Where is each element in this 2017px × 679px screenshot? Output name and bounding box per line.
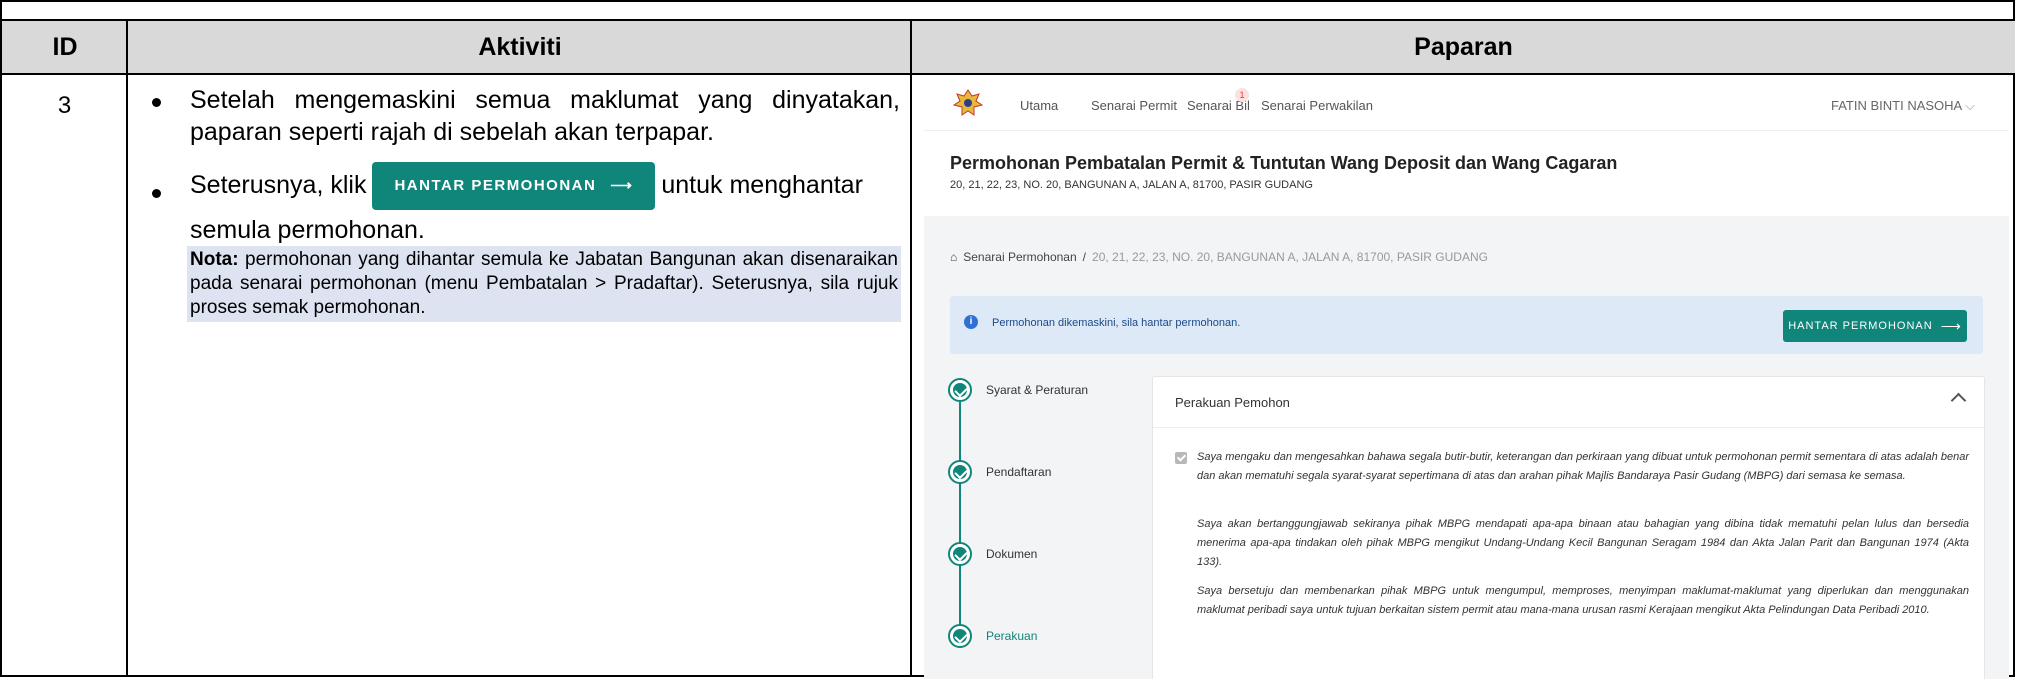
check-circle-icon bbox=[948, 542, 972, 566]
alert-text: Permohonan dikemaskini, sila hantar perm… bbox=[992, 317, 1241, 329]
page-subtitle: 20, 21, 22, 23, NO. 20, BANGUNAN A, JALA… bbox=[950, 179, 1313, 191]
notification-badge: 1 bbox=[1235, 88, 1249, 102]
send-button-label: HANTAR PERMOHONAN bbox=[1788, 320, 1933, 332]
header-paparan: Paparan bbox=[912, 19, 2015, 75]
bullet-2-start: Seterusnya, klik bbox=[190, 171, 367, 199]
nav-utama[interactable]: Utama bbox=[1020, 98, 1058, 113]
stepper-line bbox=[959, 402, 961, 648]
check-circle-icon bbox=[948, 460, 972, 484]
step-label: Dokumen bbox=[986, 547, 1038, 561]
bullet-dot bbox=[152, 98, 161, 107]
step-dokumen[interactable]: Dokumen bbox=[948, 542, 1037, 566]
step-perakuan[interactable]: Perakuan bbox=[948, 624, 1037, 648]
page-title: Permohonan Pembatalan Permit & Tuntutan … bbox=[950, 153, 1618, 173]
nav-senarai-perwakilan[interactable]: Senarai Perwakilan bbox=[1261, 98, 1373, 113]
header-aktiviti: Aktiviti bbox=[128, 19, 912, 75]
inline-hantar-button: HANTAR PERMOHONAN ⟶ bbox=[372, 162, 656, 211]
note-label: Nota: bbox=[190, 249, 239, 270]
stepper: Syarat & Peraturan Pendaftaran Dokumen P… bbox=[948, 378, 1128, 678]
breadcrumb-current: 20, 21, 22, 23, NO. 20, BANGUNAN A, JALA… bbox=[1092, 250, 1488, 264]
chevron-down-icon: ⌵ bbox=[1965, 98, 1975, 113]
breadcrumb-separator: / bbox=[1082, 250, 1087, 264]
bullet-dot bbox=[152, 189, 161, 198]
bullet-text-2: Seterusnya, klik HANTAR PERMOHONAN ⟶ untuk … bbox=[190, 155, 910, 215]
step-label: Pendaftaran bbox=[986, 465, 1052, 479]
note-box: Nota: permohonan yang dihantar semula ke… bbox=[187, 246, 901, 322]
info-alert: i Permohonan dikemaskini, sila hantar pe… bbox=[950, 296, 1983, 354]
declaration-paragraph-1: Saya mengaku dan mengesahkan bahawa sega… bbox=[1197, 451, 1969, 482]
perakuan-card: Perakuan Pemohon Saya mengaku dan menges… bbox=[1152, 376, 1985, 679]
hantar-permohonan-button[interactable]: HANTAR PERMOHONAN ⟶ bbox=[1783, 310, 1967, 342]
card-title: Perakuan Pemohon bbox=[1175, 395, 1290, 410]
header-id-label: ID bbox=[52, 32, 78, 61]
note-text: permohonan yang dihantar semula ke Jabat… bbox=[190, 249, 898, 318]
step-pendaftaran[interactable]: Pendaftaran bbox=[948, 460, 1051, 484]
document-table: ID Aktiviti Paparan 3 Setelah mengemaski… bbox=[0, 0, 2015, 679]
step-syarat[interactable]: Syarat & Peraturan bbox=[948, 378, 1088, 402]
step-label: Perakuan bbox=[986, 629, 1038, 643]
check-circle-icon bbox=[948, 378, 972, 402]
bullet-2-end: untuk menghantar bbox=[661, 171, 863, 199]
user-name: FATIN BINTI NASOHA bbox=[1831, 98, 1962, 113]
home-icon: ⌂ bbox=[950, 250, 958, 264]
top-nav: Utama Senarai Permit Senarai Bil 1 Senar… bbox=[924, 78, 2009, 131]
arrow-right-icon: ⟶ bbox=[1940, 317, 1962, 334]
header-id: ID bbox=[2, 19, 128, 75]
breadcrumb-root[interactable]: Senarai Permohonan bbox=[963, 250, 1076, 264]
bullet-text-2-line2: semula permohonan. bbox=[190, 216, 425, 244]
step-label: Syarat & Peraturan bbox=[986, 383, 1089, 397]
inline-hantar-label: HANTAR PERMOHONAN bbox=[394, 177, 597, 195]
header-aktiviti-label: Aktiviti bbox=[478, 32, 562, 61]
declaration-paragraph-2: Saya akan bertanggungjawab sekiranya pih… bbox=[1197, 518, 1969, 568]
user-menu[interactable]: FATIN BINTI NASOHA ⌵ bbox=[1831, 98, 1975, 114]
header-paparan-label: Paparan bbox=[1414, 32, 1513, 61]
arrow-right-icon: ⟶ bbox=[610, 177, 634, 195]
breadcrumb: ⌂ Senarai Permohonan / 20, 21, 22, 23, N… bbox=[950, 250, 1488, 264]
row-id: 3 bbox=[57, 92, 72, 119]
info-icon: i bbox=[964, 315, 978, 329]
card-header[interactable]: Perakuan Pemohon bbox=[1153, 377, 1984, 428]
chevron-up-icon[interactable] bbox=[1950, 392, 1967, 409]
embedded-screenshot: Utama Senarai Permit Senarai Bil 1 Senar… bbox=[924, 78, 2009, 679]
crest-logo-icon bbox=[952, 89, 984, 116]
declaration-paragraph-3: Saya bersetuju dan membenarkan pihak MBP… bbox=[1197, 585, 1969, 616]
declaration-checkbox[interactable] bbox=[1175, 452, 1187, 464]
bullet-text-1: Setelah mengemaskini semua maklumat yang… bbox=[190, 86, 900, 146]
nav-senarai-permit[interactable]: Senarai Permit bbox=[1091, 98, 1177, 113]
column-divider bbox=[910, 19, 912, 675]
check-circle-icon bbox=[948, 624, 972, 648]
